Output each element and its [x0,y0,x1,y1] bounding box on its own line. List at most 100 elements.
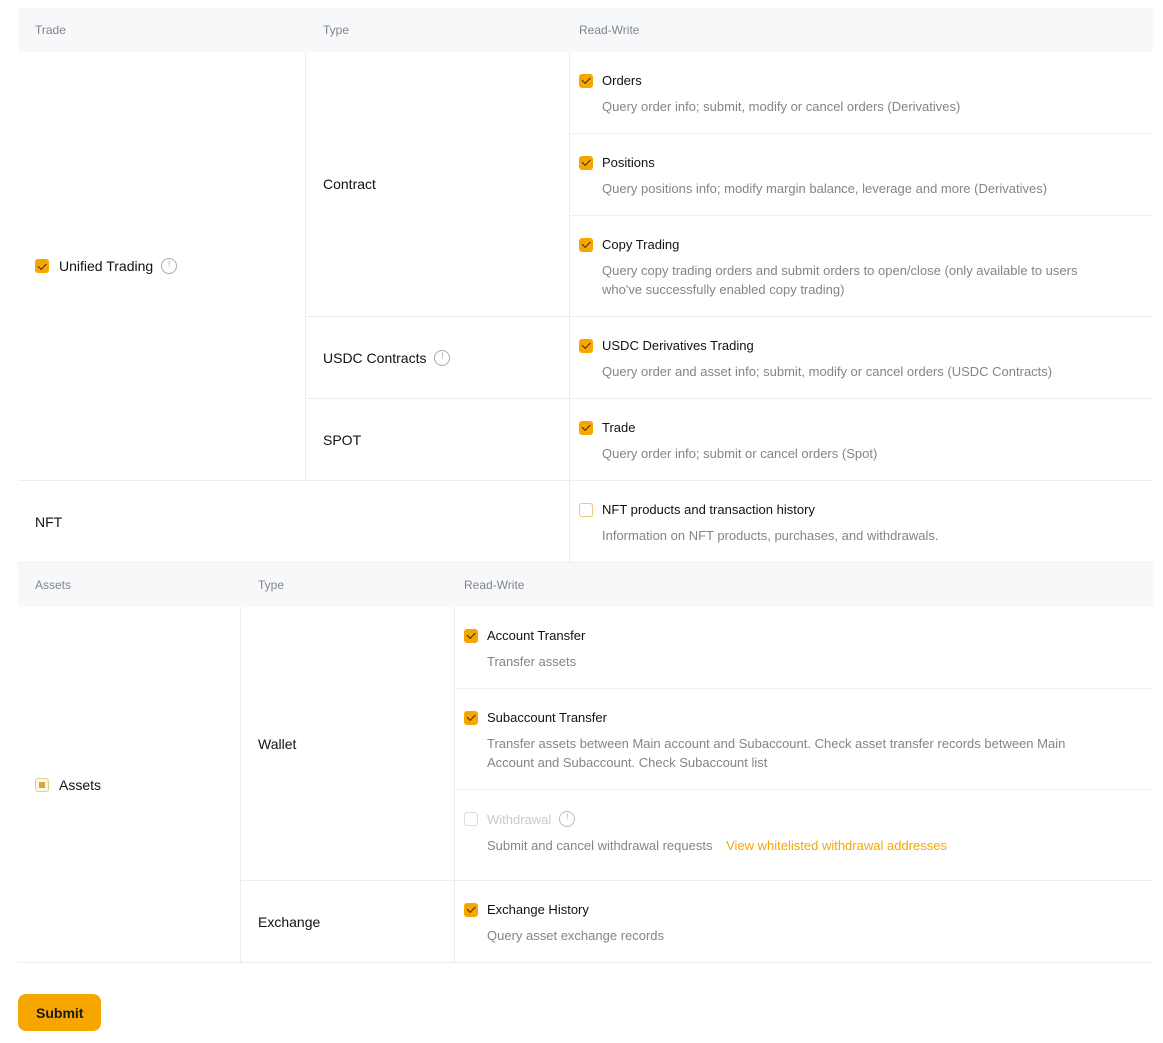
permission-description: Query order info; submit, modify or canc… [602,97,1083,116]
type-row: USDC Contracts ! USDC Derivatives Tradin… [306,317,1153,399]
api-permissions-page: Trade Type Read-Write Unified Trading ! … [0,0,1163,963]
section-cell: Assets [18,607,241,962]
column-header: Type [258,578,285,592]
type-label: USDC Contracts [323,349,427,366]
permission-list: Account Transfer Transfer assets Subacco… [455,607,1153,880]
permission-description: Submit and cancel withdrawal requests Vi… [487,836,1083,855]
permission-head: Subaccount Transfer [464,710,1083,725]
permission-description-text: Query order info; submit, modify or canc… [602,99,961,114]
permission-checkbox[interactable] [464,812,478,826]
permission-head: USDC Derivatives Trading [579,338,1083,353]
permission-checkbox[interactable] [579,420,593,435]
type-cell: Exchange [241,881,455,962]
type-rows: Contract Orders Query order info; submit… [306,52,1153,480]
type-cell: USDC Contracts ! [306,317,570,398]
table-header-row: Assets Type Read-Write [18,563,1153,607]
section-label: NFT [35,513,63,530]
section-checkbox[interactable] [35,777,49,792]
section-cell: NFT [18,481,570,562]
table-row: Assets Wallet Account Transfer Transfer … [18,607,1153,963]
type-label: Wallet [258,735,297,752]
permissions-table: Assets Type Read-Write Assets Wallet Acc… [18,563,1153,963]
permission-head: Positions [579,155,1083,170]
permission-item: Copy Trading Query copy trading orders a… [570,216,1153,316]
type-rows: NFT products and transaction history Inf… [570,481,1153,562]
column-header: Type [323,23,350,37]
permission-description: Query order info; submit or cancel order… [602,444,1083,463]
type-label: Contract [323,176,376,192]
permission-description-text: Information on NFT products, purchases, … [602,528,939,543]
permission-description-text: Query asset exchange records [487,928,665,943]
permission-checkbox[interactable] [464,902,478,917]
whitelisted-addresses-link[interactable]: View whitelisted withdrawal addresses [726,838,947,853]
permission-description: Information on NFT products, purchases, … [602,526,1083,545]
footer: Submit [18,994,1163,1031]
permission-checkbox[interactable] [464,628,478,643]
permission-head: Copy Trading [579,237,1083,252]
permission-head: Withdrawal ! [464,811,1083,827]
permission-description-text: Query order and asset info; submit, modi… [602,364,1053,379]
info-icon[interactable]: ! [161,258,178,274]
permission-checkbox[interactable] [579,73,593,88]
permission-list: Orders Query order info; submit, modify … [570,52,1153,316]
permission-list: USDC Derivatives Trading Query order and… [570,317,1153,398]
column-header: Read-Write [579,23,640,37]
section-label: Unified Trading [59,258,154,274]
permission-head: Account Transfer [464,628,1083,643]
permission-description-text: Query order info; submit or cancel order… [602,446,878,461]
permission-label: Orders [602,73,642,88]
permission-head: Exchange History [464,902,1083,917]
permission-label: Account Transfer [487,628,586,643]
permission-description: Query positions info; modify margin bala… [602,179,1083,198]
permission-checkbox[interactable] [464,710,478,725]
permission-description-text: Transfer assets between Main account and… [487,736,1066,770]
type-row: NFT products and transaction history Inf… [570,481,1153,562]
permission-head: Orders [579,73,1083,88]
section-checkbox[interactable] [35,259,49,273]
permission-checkbox[interactable] [579,155,593,170]
submit-button[interactable]: Submit [18,994,102,1031]
permission-description: Transfer assets between Main account and… [487,734,1083,772]
column-header: Trade [35,23,66,37]
permission-checkbox[interactable] [579,237,593,252]
info-icon[interactable]: ! [559,811,576,827]
permission-label: Trade [602,420,636,435]
permissions-table: Trade Type Read-Write Unified Trading ! … [18,8,1153,563]
permission-item: NFT products and transaction history Inf… [570,481,1153,562]
permission-item: Withdrawal ! Submit and cancel withdrawa… [455,790,1153,880]
type-cell: SPOT [306,399,570,480]
permission-item: Account Transfer Transfer assets [455,607,1153,689]
table-header-row: Trade Type Read-Write [18,8,1153,52]
permission-description: Query asset exchange records [487,926,1083,945]
permission-item: Trade Query order info; submit or cancel… [570,399,1153,480]
type-cell: Wallet [241,607,455,880]
permission-list: Exchange History Query asset exchange re… [455,881,1153,962]
permission-description-text: Query positions info; modify margin bala… [602,181,1048,196]
permission-label: Positions [602,155,655,170]
permission-description-text: Transfer assets [487,654,577,669]
type-label: SPOT [323,431,362,448]
permission-item: Exchange History Query asset exchange re… [455,881,1153,962]
permission-description: Transfer assets [487,652,1083,671]
type-row: Exchange Exchange History Query asset ex… [241,881,1153,962]
permission-description: Query order and asset info; submit, modi… [602,362,1083,381]
type-row: Contract Orders Query order info; submit… [306,52,1153,317]
permission-description: Query copy trading orders and submit ord… [602,261,1083,299]
type-cell: Contract [306,52,570,316]
section-cell: Unified Trading ! [18,52,306,480]
table-row: NFT NFT products and transaction history… [18,481,1153,563]
permission-head: NFT products and transaction history [579,502,1083,517]
type-label: Exchange [258,913,321,930]
permission-item: Orders Query order info; submit, modify … [570,52,1153,134]
permission-item: Positions Query positions info; modify m… [570,134,1153,216]
permission-label: Copy Trading [602,237,680,252]
permission-list: Trade Query order info; submit or cancel… [570,399,1153,480]
info-icon[interactable]: ! [434,349,451,366]
permission-head: Trade [579,420,1083,435]
permission-description-text: Submit and cancel withdrawal requests [487,838,713,853]
permission-checkbox[interactable] [579,338,593,353]
table-body: Assets Wallet Account Transfer Transfer … [18,607,1153,963]
permission-checkbox[interactable] [579,502,593,517]
permission-label: Withdrawal [487,811,552,827]
permission-description-text: Query copy trading orders and submit ord… [602,263,1078,297]
